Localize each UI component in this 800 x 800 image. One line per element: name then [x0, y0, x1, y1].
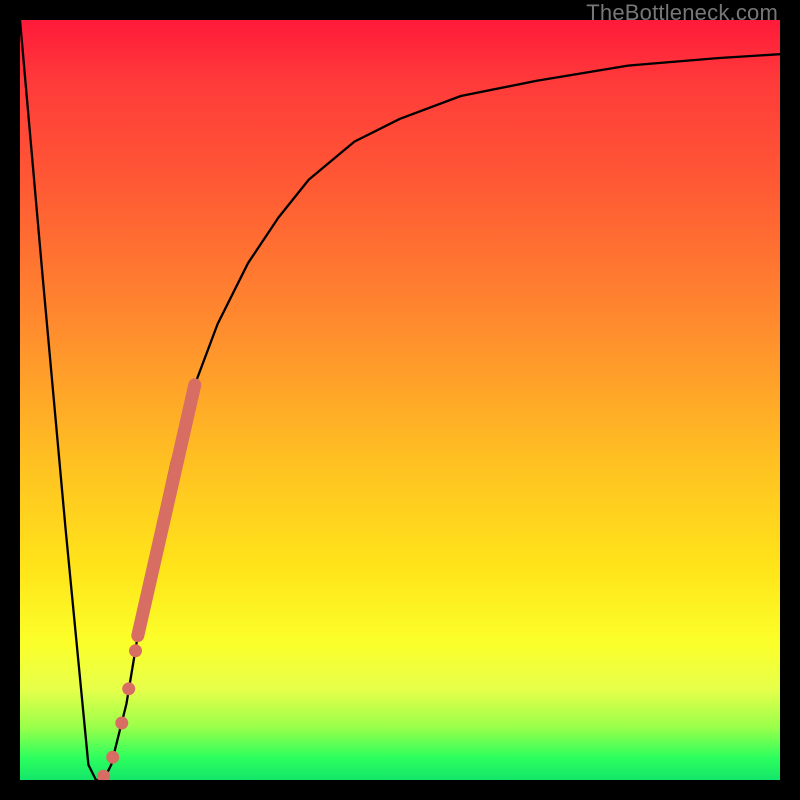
- marker-dot: [122, 682, 135, 695]
- marker-dot: [115, 717, 128, 730]
- marker-dot: [106, 751, 119, 764]
- marker-dot: [129, 644, 142, 657]
- chart-svg: [20, 20, 780, 780]
- highlight-segment: [138, 385, 195, 636]
- marker-dots: [97, 644, 142, 780]
- plot-area: [20, 20, 780, 780]
- bottleneck-curve: [20, 20, 780, 780]
- chart-frame: TheBottleneck.com: [0, 0, 800, 800]
